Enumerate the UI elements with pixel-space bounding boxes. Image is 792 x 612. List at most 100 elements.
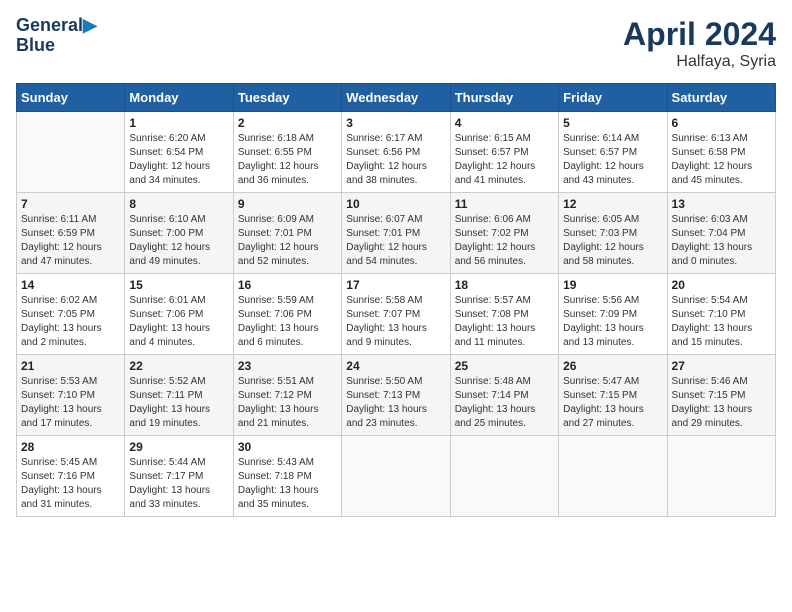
calendar-body: 1 Sunrise: 6:20 AM Sunset: 6:54 PM Daylig… bbox=[17, 112, 776, 517]
day-number: 30 bbox=[238, 440, 337, 454]
calendar-cell: 7Sunrise: 6:11 AM Sunset: 6:59 PM Daylig… bbox=[17, 193, 125, 274]
day-header: Sunday bbox=[17, 84, 125, 112]
calendar-week-row: 14 Sunrise: 6:02 AM Sunset: 7:05 PM Dayli… bbox=[17, 274, 776, 355]
day-header: Friday bbox=[559, 84, 667, 112]
day-number: 8 bbox=[129, 197, 228, 211]
day-detail: Sunrise: 5:54 AM Sunset: 7:10 PM Dayligh… bbox=[672, 294, 771, 350]
day-header: Wednesday bbox=[342, 84, 450, 112]
day-detail: Sunrise: 6:10 AM Sunset: 7:00 PM Dayligh… bbox=[129, 213, 228, 269]
day-number: 24 bbox=[346, 359, 445, 373]
calendar-cell: 6 Sunrise: 6:13 AM Sunset: 6:58 PM Daylig… bbox=[667, 112, 775, 193]
day-detail: Sunrise: 5:45 AM Sunset: 7:16 PM Dayligh… bbox=[21, 456, 120, 512]
calendar-cell: 26 Sunrise: 5:47 AM Sunset: 7:15 PM Dayli… bbox=[559, 355, 667, 436]
day-detail: Sunrise: 6:05 AM Sunset: 7:03 PM Dayligh… bbox=[563, 213, 662, 269]
calendar-week-row: 1 Sunrise: 6:20 AM Sunset: 6:54 PM Daylig… bbox=[17, 112, 776, 193]
day-detail: Sunrise: 6:11 AM Sunset: 6:59 PM Dayligh… bbox=[21, 213, 120, 269]
calendar-cell: 23Sunrise: 5:51 AM Sunset: 7:12 PM Dayli… bbox=[233, 355, 341, 436]
calendar-table: SundayMondayTuesdayWednesdayThursdayFrid… bbox=[16, 83, 776, 517]
day-number: 16 bbox=[238, 278, 337, 292]
day-number: 5 bbox=[563, 116, 662, 130]
day-number: 9 bbox=[238, 197, 337, 211]
day-number: 1 bbox=[129, 116, 228, 130]
calendar-cell: 1 Sunrise: 6:20 AM Sunset: 6:54 PM Daylig… bbox=[125, 112, 233, 193]
day-number: 14 bbox=[21, 278, 120, 292]
day-header: Saturday bbox=[667, 84, 775, 112]
calendar-cell: 2 Sunrise: 6:18 AM Sunset: 6:55 PM Daylig… bbox=[233, 112, 341, 193]
day-number: 17 bbox=[346, 278, 445, 292]
day-header: Tuesday bbox=[233, 84, 341, 112]
calendar-cell: 28 Sunrise: 5:45 AM Sunset: 7:16 PM Dayli… bbox=[17, 436, 125, 517]
calendar-cell: 3 Sunrise: 6:17 AM Sunset: 6:56 PM Daylig… bbox=[342, 112, 450, 193]
day-number: 3 bbox=[346, 116, 445, 130]
day-number: 21 bbox=[21, 359, 120, 373]
day-number: 15 bbox=[129, 278, 228, 292]
day-detail: Sunrise: 6:03 AM Sunset: 7:04 PM Dayligh… bbox=[672, 213, 771, 269]
day-detail: Sunrise: 5:48 AM Sunset: 7:14 PM Dayligh… bbox=[455, 375, 554, 431]
day-detail: Sunrise: 5:44 AM Sunset: 7:17 PM Dayligh… bbox=[129, 456, 228, 512]
day-detail: Sunrise: 6:20 AM Sunset: 6:54 PM Dayligh… bbox=[129, 132, 228, 188]
day-number: 4 bbox=[455, 116, 554, 130]
calendar-cell bbox=[559, 436, 667, 517]
day-detail: Sunrise: 5:50 AM Sunset: 7:13 PM Dayligh… bbox=[346, 375, 445, 431]
day-number: 27 bbox=[672, 359, 771, 373]
day-number: 6 bbox=[672, 116, 771, 130]
calendar-cell: 29 Sunrise: 5:44 AM Sunset: 7:17 PM Dayli… bbox=[125, 436, 233, 517]
day-number: 19 bbox=[563, 278, 662, 292]
calendar-cell: 8 Sunrise: 6:10 AM Sunset: 7:00 PM Daylig… bbox=[125, 193, 233, 274]
calendar-cell: 4 Sunrise: 6:15 AM Sunset: 6:57 PM Daylig… bbox=[450, 112, 558, 193]
day-detail: Sunrise: 6:02 AM Sunset: 7:05 PM Dayligh… bbox=[21, 294, 120, 350]
logo-text: General▶Blue bbox=[16, 16, 97, 56]
day-number: 2 bbox=[238, 116, 337, 130]
calendar-cell: 13 Sunrise: 6:03 AM Sunset: 7:04 PM Dayli… bbox=[667, 193, 775, 274]
day-detail: Sunrise: 6:01 AM Sunset: 7:06 PM Dayligh… bbox=[129, 294, 228, 350]
calendar-cell: 27Sunrise: 5:46 AM Sunset: 7:15 PM Dayli… bbox=[667, 355, 775, 436]
day-number: 28 bbox=[21, 440, 120, 454]
calendar-cell: 21 Sunrise: 5:53 AM Sunset: 7:10 PM Dayli… bbox=[17, 355, 125, 436]
day-detail: Sunrise: 6:18 AM Sunset: 6:55 PM Dayligh… bbox=[238, 132, 337, 188]
day-header: Thursday bbox=[450, 84, 558, 112]
calendar-cell: 16 Sunrise: 5:59 AM Sunset: 7:06 PM Dayli… bbox=[233, 274, 341, 355]
day-detail: Sunrise: 6:13 AM Sunset: 6:58 PM Dayligh… bbox=[672, 132, 771, 188]
calendar-subtitle: Halfaya, Syria bbox=[623, 53, 776, 71]
day-detail: Sunrise: 5:47 AM Sunset: 7:15 PM Dayligh… bbox=[563, 375, 662, 431]
day-number: 23 bbox=[238, 359, 337, 373]
day-detail: Sunrise: 6:17 AM Sunset: 6:56 PM Dayligh… bbox=[346, 132, 445, 188]
calendar-week-row: 28 Sunrise: 5:45 AM Sunset: 7:16 PM Dayli… bbox=[17, 436, 776, 517]
day-detail: Sunrise: 5:56 AM Sunset: 7:09 PM Dayligh… bbox=[563, 294, 662, 350]
day-number: 26 bbox=[563, 359, 662, 373]
calendar-cell: 19 Sunrise: 5:56 AM Sunset: 7:09 PM Dayli… bbox=[559, 274, 667, 355]
day-detail: Sunrise: 5:57 AM Sunset: 7:08 PM Dayligh… bbox=[455, 294, 554, 350]
calendar-header-row: SundayMondayTuesdayWednesdayThursdayFrid… bbox=[17, 84, 776, 112]
day-header: Monday bbox=[125, 84, 233, 112]
calendar-cell: 25Sunrise: 5:48 AM Sunset: 7:14 PM Dayli… bbox=[450, 355, 558, 436]
calendar-cell bbox=[667, 436, 775, 517]
calendar-cell: 10Sunrise: 6:07 AM Sunset: 7:01 PM Dayli… bbox=[342, 193, 450, 274]
calendar-cell: 9 Sunrise: 6:09 AM Sunset: 7:01 PM Daylig… bbox=[233, 193, 341, 274]
day-detail: Sunrise: 5:52 AM Sunset: 7:11 PM Dayligh… bbox=[129, 375, 228, 431]
calendar-cell bbox=[17, 112, 125, 193]
day-detail: Sunrise: 6:06 AM Sunset: 7:02 PM Dayligh… bbox=[455, 213, 554, 269]
day-number: 11 bbox=[455, 197, 554, 211]
logo: General▶Blue bbox=[16, 16, 97, 56]
day-detail: Sunrise: 5:58 AM Sunset: 7:07 PM Dayligh… bbox=[346, 294, 445, 350]
day-detail: Sunrise: 5:43 AM Sunset: 7:18 PM Dayligh… bbox=[238, 456, 337, 512]
day-number: 13 bbox=[672, 197, 771, 211]
calendar-cell: 24 Sunrise: 5:50 AM Sunset: 7:13 PM Dayli… bbox=[342, 355, 450, 436]
day-detail: Sunrise: 6:09 AM Sunset: 7:01 PM Dayligh… bbox=[238, 213, 337, 269]
day-detail: Sunrise: 6:15 AM Sunset: 6:57 PM Dayligh… bbox=[455, 132, 554, 188]
calendar-week-row: 21 Sunrise: 5:53 AM Sunset: 7:10 PM Dayli… bbox=[17, 355, 776, 436]
day-detail: Sunrise: 5:59 AM Sunset: 7:06 PM Dayligh… bbox=[238, 294, 337, 350]
day-number: 29 bbox=[129, 440, 228, 454]
calendar-cell bbox=[450, 436, 558, 517]
calendar-title: April 2024 bbox=[623, 16, 776, 53]
day-detail: Sunrise: 5:53 AM Sunset: 7:10 PM Dayligh… bbox=[21, 375, 120, 431]
calendar-week-row: 7Sunrise: 6:11 AM Sunset: 6:59 PM Daylig… bbox=[17, 193, 776, 274]
day-number: 12 bbox=[563, 197, 662, 211]
calendar-cell: 14 Sunrise: 6:02 AM Sunset: 7:05 PM Dayli… bbox=[17, 274, 125, 355]
calendar-cell: 18Sunrise: 5:57 AM Sunset: 7:08 PM Dayli… bbox=[450, 274, 558, 355]
calendar-cell: 20Sunrise: 5:54 AM Sunset: 7:10 PM Dayli… bbox=[667, 274, 775, 355]
day-number: 10 bbox=[346, 197, 445, 211]
calendar-cell: 12 Sunrise: 6:05 AM Sunset: 7:03 PM Dayli… bbox=[559, 193, 667, 274]
title-block: April 2024 Halfaya, Syria bbox=[623, 16, 776, 71]
calendar-cell bbox=[342, 436, 450, 517]
